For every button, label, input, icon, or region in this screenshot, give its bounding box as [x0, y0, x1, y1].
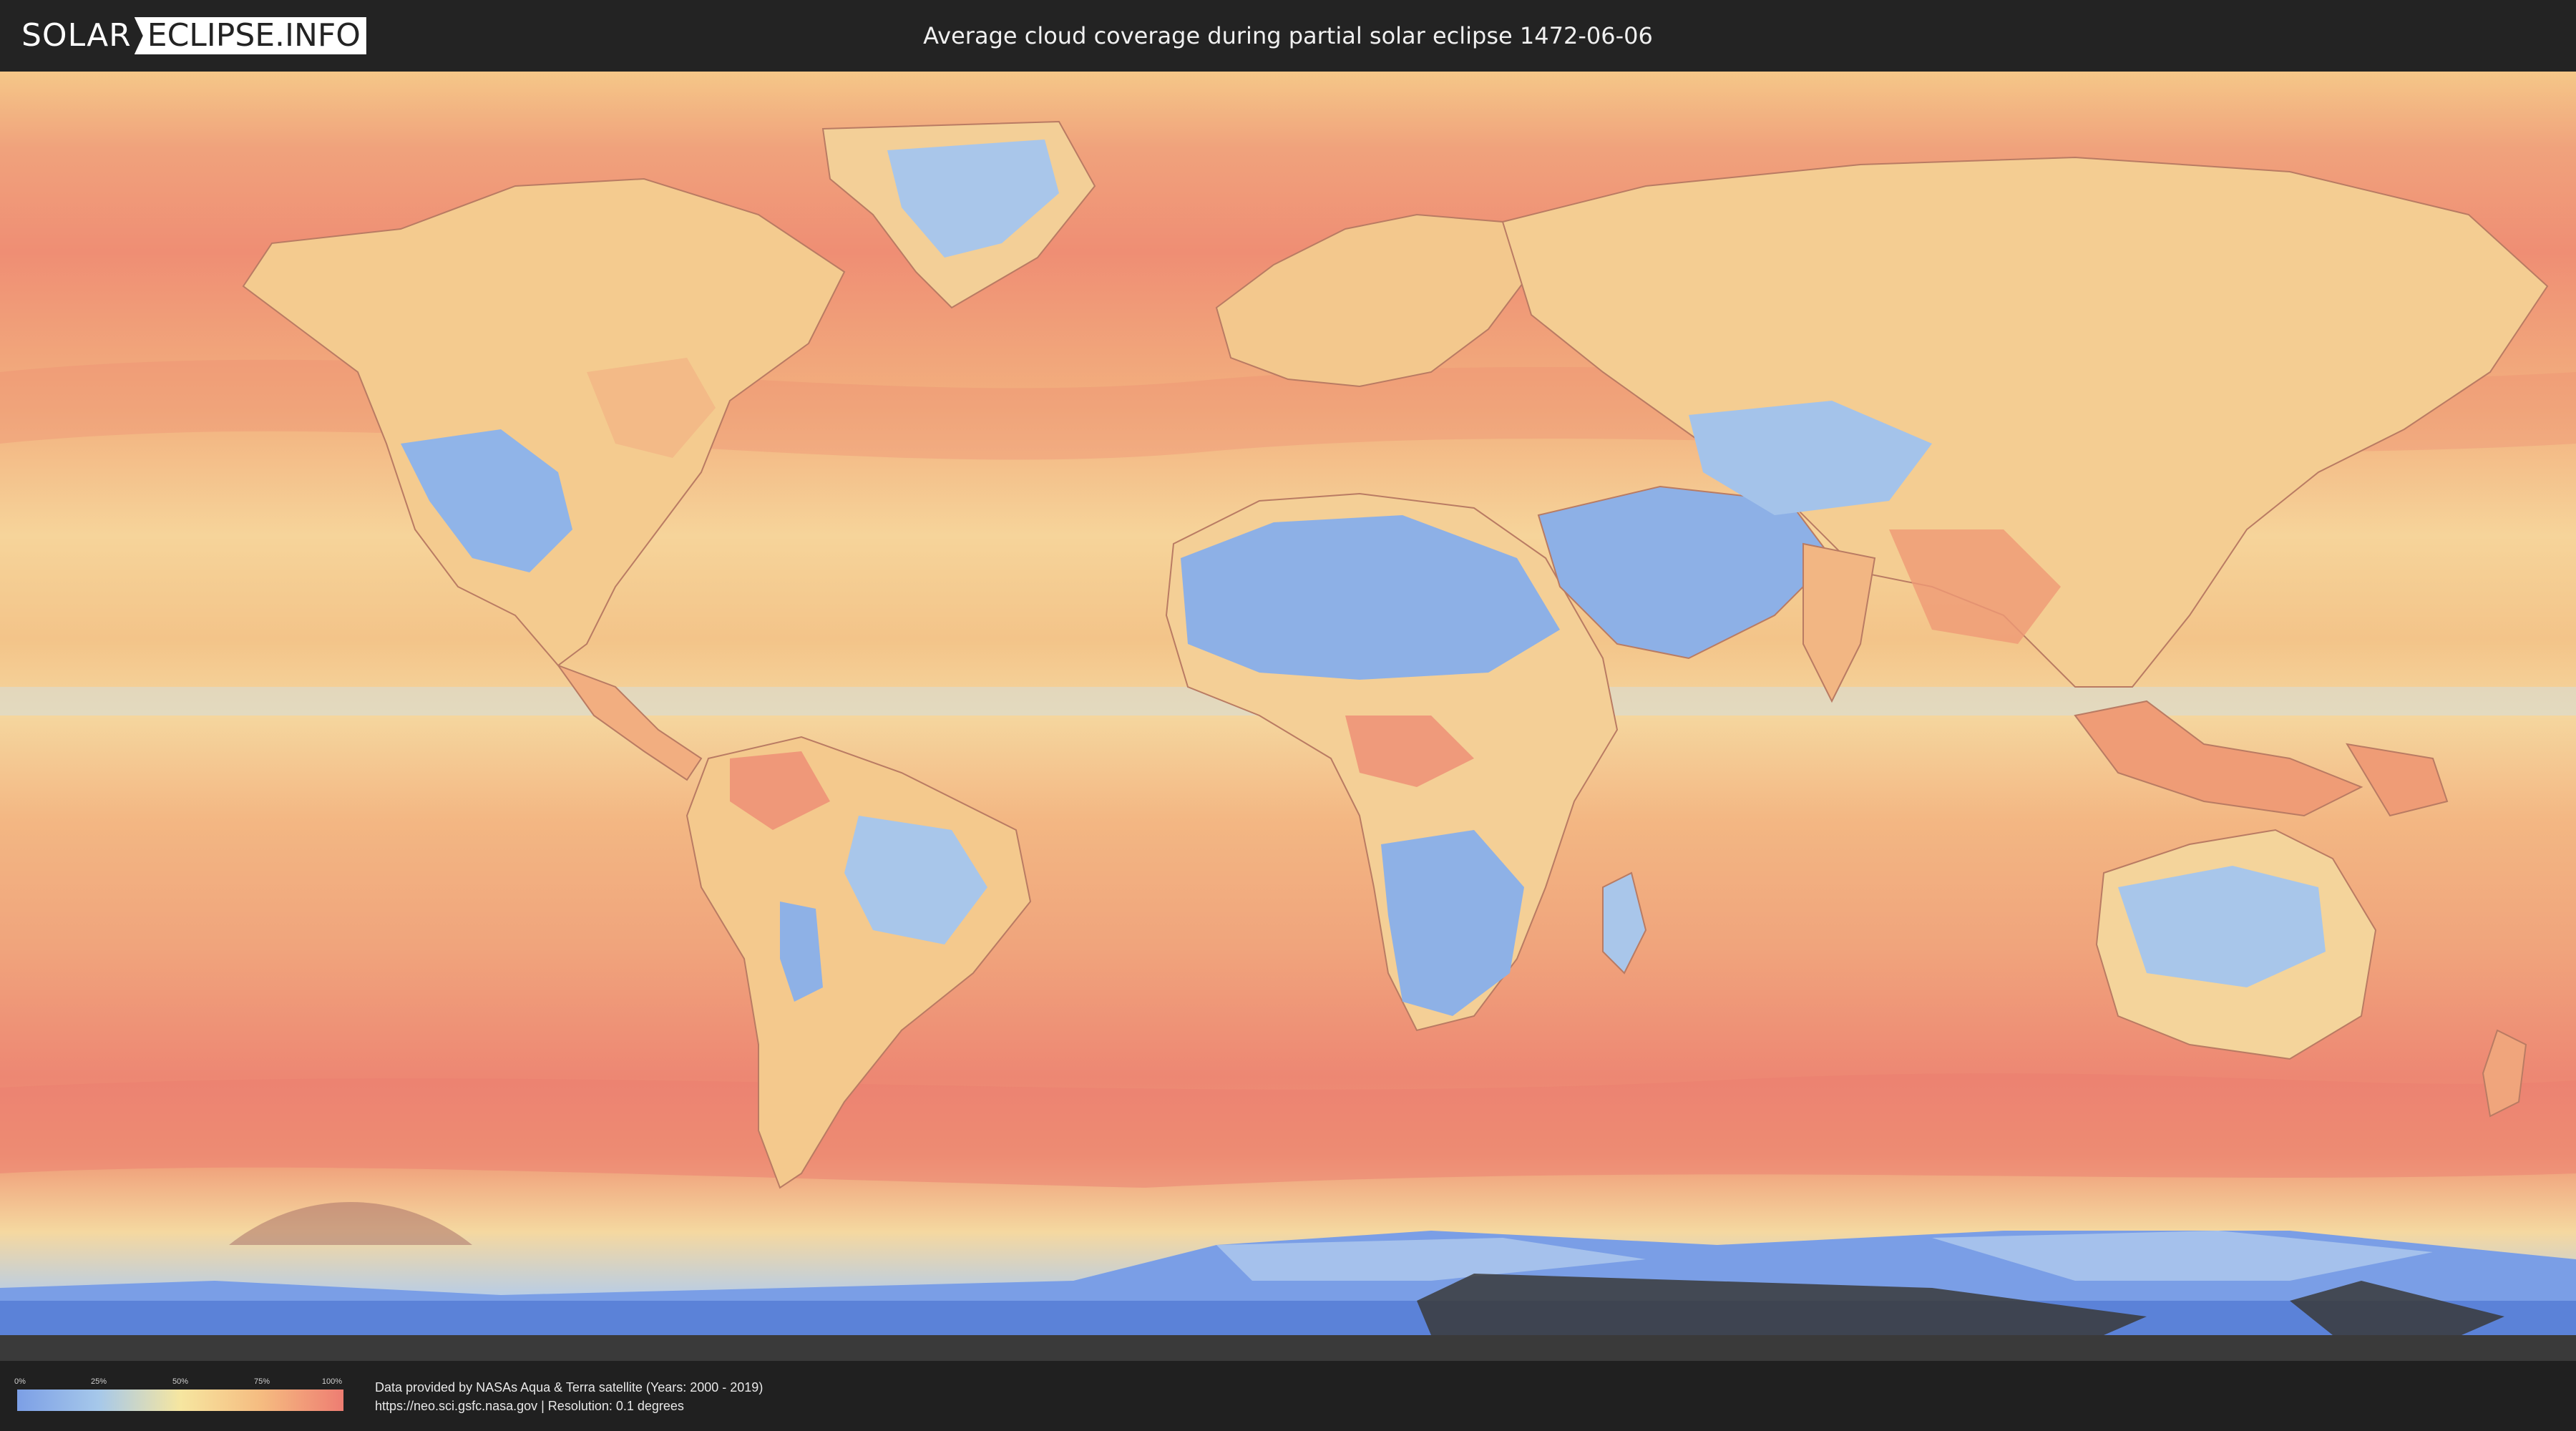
- antarctica-clear-band: [0, 1301, 2576, 1335]
- credits-line-source: Data provided by NASAs Aqua & Terra sate…: [375, 1380, 763, 1395]
- page-title: Average cloud coverage during partial so…: [923, 22, 1653, 49]
- legend-tick-50: 50%: [172, 1377, 189, 1386]
- cloud-coverage-legend: 0% 25% 50% 75% 100%: [14, 1377, 343, 1411]
- footer-bar: 0% 25% 50% 75% 100% Data provided by NAS…: [0, 1361, 2576, 1431]
- world-map-svg: [0, 72, 2576, 1361]
- data-credits: Data provided by NASAs Aqua & Terra sate…: [375, 1378, 763, 1415]
- legend-tick-100: 100%: [321, 1377, 343, 1386]
- header-bar: SOLAR ECLIPSE.INFO Average cloud coverag…: [0, 0, 2576, 72]
- legend-tick-25: 25%: [90, 1377, 107, 1386]
- legend-ticks: 0% 25% 50% 75% 100%: [14, 1377, 343, 1388]
- credits-line-url[interactable]: https://neo.sci.gsfc.nasa.gov | Resoluti…: [375, 1397, 763, 1415]
- cloud-coverage-map[interactable]: [0, 72, 2576, 1361]
- legend-tick-75: 75%: [253, 1377, 270, 1386]
- legend-color-bar: [17, 1390, 343, 1411]
- map-bottom-shadow: [0, 1335, 2576, 1361]
- legend-tick-0: 0%: [14, 1377, 26, 1386]
